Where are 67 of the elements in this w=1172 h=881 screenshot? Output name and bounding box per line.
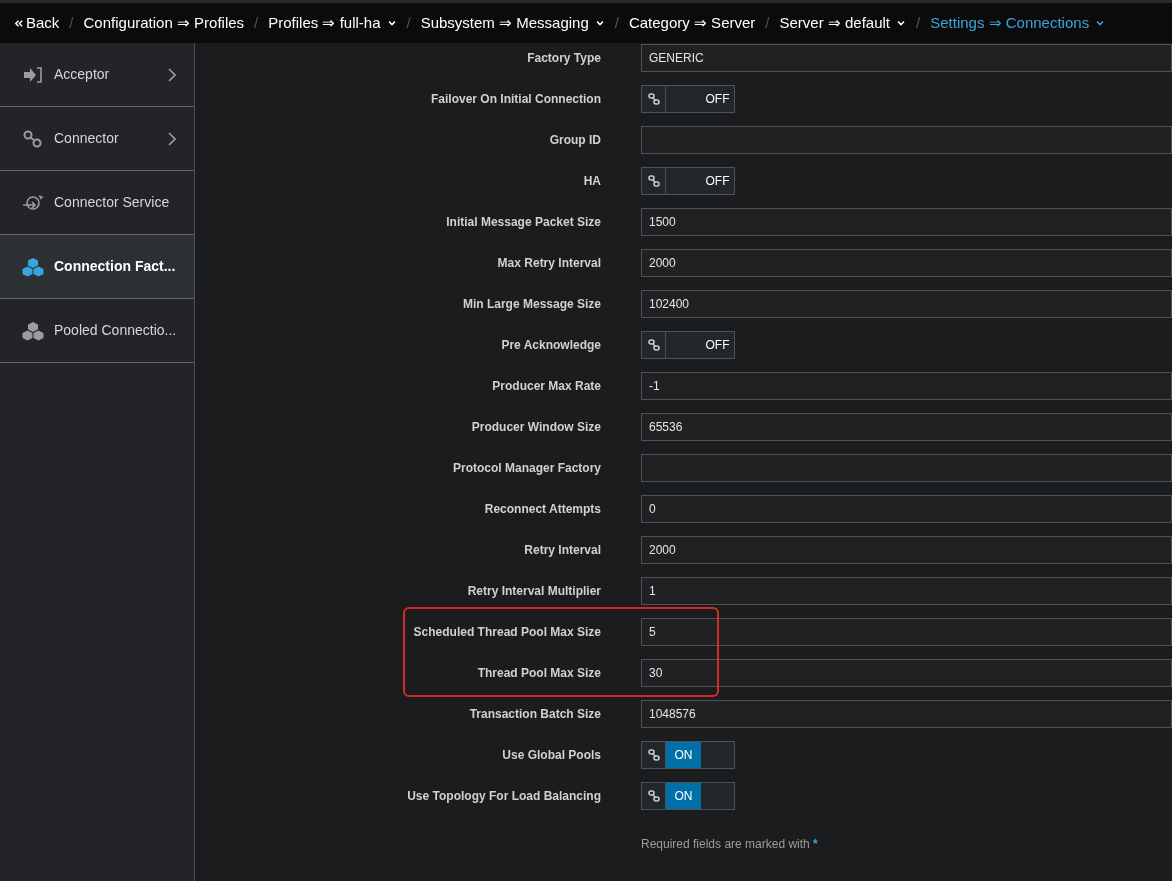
breadcrumb-separator: /	[69, 12, 74, 33]
field-label: Initial Message Packet Size	[446, 214, 601, 231]
back-link[interactable]: Back	[14, 11, 60, 35]
toggle-switch[interactable]: OFF	[641, 85, 735, 113]
cubes-icon	[22, 320, 44, 341]
link-icon	[647, 339, 660, 351]
cubes-icon	[22, 256, 44, 277]
input-field[interactable]: 2000	[641, 536, 1172, 564]
breadcrumb-separator: /	[614, 12, 619, 33]
field-label: Use Global Pools	[502, 747, 601, 764]
field-label: Group ID	[549, 132, 601, 149]
input-field[interactable]: 1	[641, 577, 1172, 605]
input-field[interactable]: -1	[641, 372, 1172, 400]
sidebar-item[interactable]: Connection Fact...	[0, 235, 194, 299]
input-field[interactable]: 65536	[641, 413, 1172, 441]
breadcrumb-link[interactable]: Subsystem ⇒ Messaging	[420, 11, 605, 35]
toggle-switch[interactable]: OFF	[641, 331, 735, 359]
input-field[interactable]: 5	[641, 618, 1172, 646]
breadcrumb-link[interactable]: Profiles ⇒ full-ha	[268, 11, 397, 35]
sidebar-item[interactable]: Acceptor	[0, 43, 194, 107]
link-icon	[647, 790, 660, 802]
input-field[interactable]: 1048576	[641, 700, 1172, 728]
field-label: Reconnect Attempts	[484, 501, 601, 518]
sign-in-icon	[22, 64, 44, 85]
double-chevron-icon	[14, 18, 23, 28]
field-label: Failover On Initial Connection	[431, 91, 601, 108]
field-label: Factory Type	[527, 50, 601, 67]
input-field[interactable]: 1500	[641, 208, 1172, 236]
input-field[interactable]: 0	[641, 495, 1172, 523]
sidebar-item[interactable]: Connector	[0, 107, 194, 171]
toggle-switch[interactable]: ON	[641, 782, 735, 810]
breadcrumb-separator: /	[916, 12, 921, 33]
field-label: Protocol Manager Factory	[452, 460, 601, 477]
breadcrumb-link[interactable]: Server ⇒ default	[779, 11, 907, 35]
field-label: Retry Interval Multiplier	[467, 583, 601, 600]
link-icon	[647, 749, 660, 761]
breadcrumb-separator: /	[765, 12, 770, 33]
input-field[interactable]: 30	[641, 659, 1172, 687]
breadcrumb-link[interactable]: Settings ⇒ Connections	[930, 11, 1106, 35]
field-label: Scheduled Thread Pool Max Size	[413, 624, 601, 641]
field-label: Producer Window Size	[471, 419, 601, 436]
link-icon	[647, 175, 660, 187]
input-field[interactable]	[641, 126, 1172, 154]
sidebar-item[interactable]: Pooled Connectio...	[0, 299, 194, 363]
field-label: HA	[583, 173, 601, 190]
field-label: Transaction Batch Size	[469, 706, 601, 723]
input-field[interactable]: 102400	[641, 290, 1172, 318]
breadcrumb-link[interactable]: Category ⇒ Server	[628, 11, 756, 35]
cycle-arrow-icon	[22, 192, 44, 213]
breadcrumb-separator: /	[406, 12, 411, 33]
breadcrumb-separator: /	[254, 12, 259, 33]
field-label: Producer Max Rate	[492, 378, 601, 395]
input-field[interactable]	[641, 454, 1172, 482]
toggle-switch[interactable]: OFF	[641, 167, 735, 195]
field-label: Retry Interval	[524, 542, 601, 559]
toggle-switch[interactable]: ON	[641, 741, 735, 769]
input-field[interactable]: GENERIC	[641, 44, 1172, 72]
link-icon	[22, 128, 44, 149]
required-fields-note: Required fields are marked with *	[641, 837, 818, 851]
link-icon	[647, 93, 660, 105]
field-label: Pre Acknowledge	[501, 337, 601, 354]
field-label: Max Retry Interval	[497, 255, 601, 272]
input-field[interactable]: 2000	[641, 249, 1172, 277]
field-label: Min Large Message Size	[462, 296, 601, 313]
field-label: Use Topology For Load Balancing	[407, 788, 601, 805]
breadcrumb-link[interactable]: Configuration ⇒ Profiles	[83, 11, 245, 35]
field-label: Thread Pool Max Size	[477, 665, 601, 682]
